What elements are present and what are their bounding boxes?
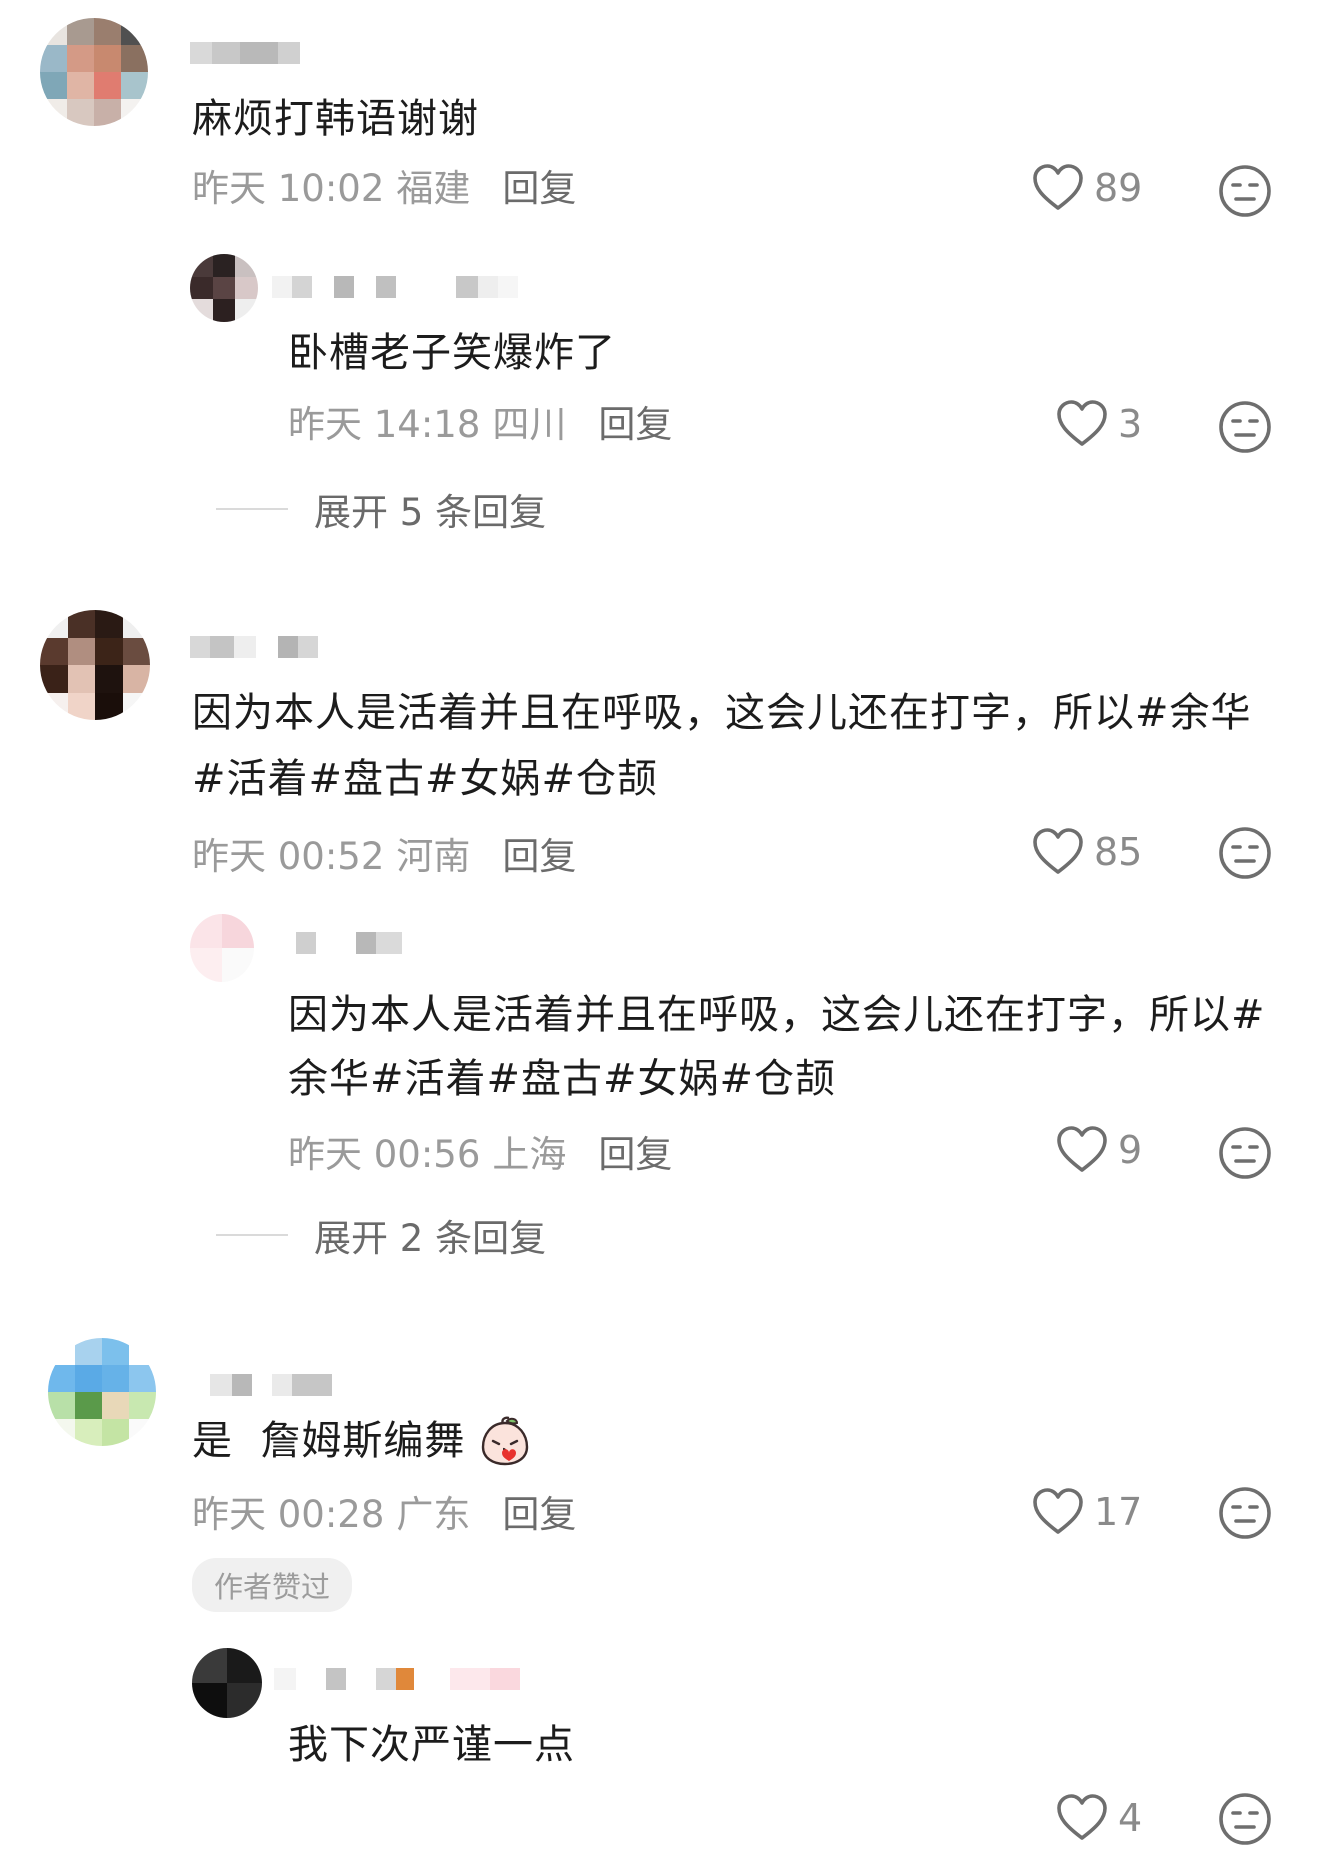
comment-date: 昨天 10:02 [192,167,385,210]
reply-button[interactable]: 回复 [502,826,576,880]
kissing-peach-emoji [482,1416,529,1466]
expand-label: 展开 5 条回复 [314,491,547,534]
like-button[interactable]: 3 [1056,400,1142,448]
neutral-face-icon [1218,400,1272,454]
avatar[interactable] [192,1648,262,1718]
like-count: 89 [1094,166,1143,210]
avatar[interactable] [40,610,150,720]
like-button[interactable]: 89 [1032,164,1142,212]
reply-button[interactable]: 回复 [502,158,576,212]
divider-line [216,508,288,510]
comment-text: 麻烦打韩语谢谢 [192,96,479,142]
reply-button[interactable]: 回复 [502,1484,576,1538]
comment-location: 福建 [396,167,471,210]
dislike-button[interactable] [1218,1126,1272,1180]
reply-button[interactable]: 回复 [598,394,672,448]
avatar[interactable] [190,914,254,982]
comment-date: 昨天 00:52 [192,835,385,878]
comment-meta: 昨天 00:52 河南 回复 [192,826,576,880]
dislike-button[interactable] [1218,1792,1272,1846]
like-count: 17 [1094,1490,1143,1534]
neutral-face-icon [1218,1126,1272,1180]
heart-outline-icon [1032,1488,1084,1536]
reply-date: 昨天 00:56 [288,1133,481,1176]
like-button[interactable]: 85 [1032,828,1142,876]
like-count: 9 [1118,1128,1143,1172]
neutral-face-icon [1218,1486,1272,1540]
avatar[interactable] [48,1338,156,1446]
reply-date: 昨天 14:18 [288,403,481,446]
neutral-face-icon [1218,826,1272,880]
heart-outline-icon [1056,1126,1108,1174]
like-button[interactable]: 9 [1056,1126,1142,1174]
reply-text-line-1: 因为本人是活着并且在呼吸，这会儿还在打字，所以# [288,992,1266,1038]
dislike-button[interactable] [1218,826,1272,880]
heart-outline-icon [1056,1794,1108,1842]
like-count: 85 [1094,830,1143,874]
comment-text-content: 是 詹姆斯编舞 [192,1418,466,1464]
username-obscured[interactable] [274,1668,520,1690]
username-obscured[interactable] [276,932,402,954]
reply-button[interactable]: 回复 [598,1124,672,1178]
reply-meta: 昨天 14:18 四川 回复 [288,394,672,448]
username-obscured[interactable] [272,276,518,298]
expand-replies-button[interactable]: 展开 5 条回复 [216,482,546,536]
reply-meta: 昨天 00:56 上海 回复 [288,1124,672,1178]
comment-meta: 昨天 00:28 广东 回复 [192,1484,576,1538]
divider-line [216,1234,288,1236]
reply-text: 卧槽老子笑爆炸了 [288,330,616,376]
avatar[interactable] [40,18,148,126]
reply-location: 上海 [492,1133,567,1176]
comment-text-line-1: 因为本人是活着并且在呼吸，这会儿还在打字，所以#余华 [192,690,1252,736]
like-button[interactable]: 17 [1032,1488,1142,1536]
comment-meta: 昨天 10:02 福建 回复 [192,158,576,212]
comment-location: 广东 [396,1493,471,1536]
dislike-button[interactable] [1218,1486,1272,1540]
dislike-button[interactable] [1218,164,1272,218]
dislike-button[interactable] [1218,400,1272,454]
comment-text-line-2: #活着#盘古#女娲#仓颉 [192,756,659,802]
comment-location: 河南 [396,835,471,878]
expand-label: 展开 2 条回复 [314,1217,547,1260]
username-obscured[interactable] [210,1374,332,1396]
reply-text-line-2: 余华#活着#盘古#女娲#仓颉 [288,1056,837,1102]
username-obscured[interactable] [190,636,318,658]
username-obscured[interactable] [190,42,300,64]
comment-date: 昨天 00:28 [192,1493,385,1536]
heart-outline-icon [1056,400,1108,448]
reply-location: 四川 [492,403,567,446]
like-button[interactable]: 4 [1056,1794,1142,1842]
heart-outline-icon [1032,164,1084,212]
expand-replies-button[interactable]: 展开 2 条回复 [216,1208,546,1262]
heart-outline-icon [1032,828,1084,876]
like-count: 3 [1118,402,1143,446]
avatar[interactable] [190,254,258,322]
author-liked-badge: 作者赞过 [192,1558,353,1612]
like-count: 4 [1118,1796,1143,1840]
reply-text: 我下次严谨一点 [288,1722,575,1768]
neutral-face-icon [1218,1792,1272,1846]
comment-text: 是 詹姆斯编舞 [192,1408,531,1474]
neutral-face-icon [1218,164,1272,218]
